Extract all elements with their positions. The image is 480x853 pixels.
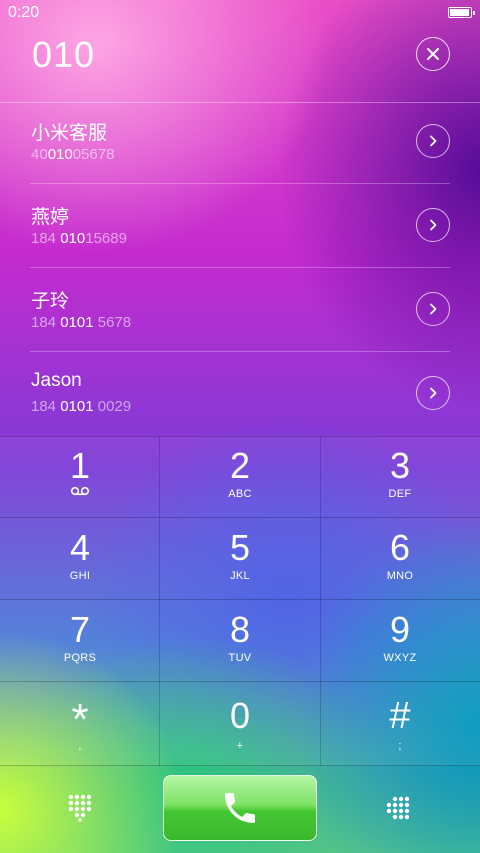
number-segment: 184 xyxy=(31,398,61,415)
key-letters: ; xyxy=(398,740,402,752)
key-digit: 1 xyxy=(69,445,91,486)
contact-detail-button[interactable] xyxy=(416,208,450,242)
key-letters: JKL xyxy=(230,570,250,582)
battery-icon xyxy=(448,7,475,18)
key-5[interactable]: 5 JKL xyxy=(160,518,320,600)
key-4[interactable]: 4 GHI xyxy=(0,518,160,600)
number-segment: 5678 xyxy=(93,314,132,331)
key-1[interactable]: 1 xyxy=(0,436,160,518)
dialed-number: 010 xyxy=(32,34,96,75)
key-8[interactable]: 8 TUV xyxy=(160,600,320,682)
number-match-highlight: 010 xyxy=(60,230,86,247)
dial-header: 010 xyxy=(0,26,480,103)
status-bar: 0:20 xyxy=(0,0,480,26)
key-letters: TUV xyxy=(228,652,252,664)
phone-handset-icon xyxy=(225,793,255,823)
number-match-highlight: 0101 xyxy=(60,314,94,331)
number-segment: 40 xyxy=(31,146,48,163)
key-digit: 9 xyxy=(389,609,411,650)
battery-level xyxy=(450,9,469,16)
chevron-right-icon xyxy=(430,303,437,315)
key-letters: + xyxy=(236,740,244,752)
contact-name: 小米客服 xyxy=(31,123,108,144)
key-letters: DEF xyxy=(388,488,412,500)
collapse-keypad-button[interactable] xyxy=(68,794,92,827)
key-digit: 6 xyxy=(389,527,411,568)
key-letters: ABC xyxy=(228,488,252,500)
key-letters: MNO xyxy=(386,570,414,582)
key-digit: 7 xyxy=(69,609,91,650)
clear-button[interactable] xyxy=(416,37,450,71)
contact-detail-button[interactable] xyxy=(416,124,450,158)
key-0[interactable]: 0 + xyxy=(160,682,320,764)
key-2[interactable]: 2 ABC xyxy=(160,436,320,518)
key-6[interactable]: 6 MNO xyxy=(320,518,480,600)
key-letters: WXYZ xyxy=(383,652,417,664)
key-digit: 3 xyxy=(389,445,411,486)
key-letters: , xyxy=(78,740,82,752)
contact-name: 子玲 xyxy=(31,291,70,312)
contact-number: 184 0101 0029 xyxy=(31,398,131,415)
close-icon xyxy=(427,48,439,60)
key-digit: 4 xyxy=(69,527,91,568)
chevron-right-icon xyxy=(430,387,437,399)
key-digit: # xyxy=(389,695,411,737)
number-segment: 184 xyxy=(31,230,61,247)
dial-keypad: 1 2 ABC 3 DEF 4 GHI 5 JKL 6 MNO 7 PQRS 8… xyxy=(0,436,480,766)
contact-detail-button[interactable] xyxy=(416,376,450,410)
call-button[interactable] xyxy=(163,775,317,841)
contact-number: 184 01015689 xyxy=(31,230,127,247)
contact-number: 184 0101 5678 xyxy=(31,314,131,331)
key-hash[interactable]: # ; xyxy=(320,682,480,764)
voicemail-icon xyxy=(70,486,90,496)
dialpad-collapse-icon xyxy=(68,794,92,822)
bottom-bar xyxy=(0,766,480,853)
key-digit: 2 xyxy=(229,445,251,486)
key-digit: * xyxy=(71,695,89,744)
key-digit: 0 xyxy=(229,695,251,736)
contact-name: Jason xyxy=(31,370,82,391)
contact-result[interactable]: 子玲 184 0101 5678 xyxy=(0,268,480,352)
number-segment: 0029 xyxy=(93,398,132,415)
key-letters: GHI xyxy=(69,570,91,582)
status-time: 0:20 xyxy=(8,4,40,21)
key-star[interactable]: * , xyxy=(0,682,160,764)
contact-detail-button[interactable] xyxy=(416,292,450,326)
contact-name: 燕婷 xyxy=(31,207,70,228)
key-digit: 5 xyxy=(229,527,251,568)
chevron-right-icon xyxy=(430,219,437,231)
key-3[interactable]: 3 DEF xyxy=(320,436,480,518)
chevron-right-icon xyxy=(430,135,437,147)
key-9[interactable]: 9 WXYZ xyxy=(320,600,480,682)
keypad-menu-button[interactable] xyxy=(384,796,414,825)
dialpad-menu-icon xyxy=(386,796,410,820)
number-match-highlight: 010 xyxy=(47,146,73,163)
key-letters: PQRS xyxy=(63,652,97,664)
number-match-highlight: 0101 xyxy=(60,398,94,415)
contact-result[interactable]: 小米客服 4001005678 xyxy=(0,100,480,184)
number-segment: 15689 xyxy=(85,230,127,247)
key-digit: 8 xyxy=(229,609,251,650)
contact-number: 4001005678 xyxy=(31,146,114,163)
contact-result[interactable]: Jason 184 0101 0029 xyxy=(0,352,480,436)
key-7[interactable]: 7 PQRS xyxy=(0,600,160,682)
number-segment: 05678 xyxy=(72,146,115,163)
contact-results: 小米客服 4001005678 燕婷 184 01015689 子玲 184 0… xyxy=(0,100,480,436)
number-segment: 184 xyxy=(31,314,61,331)
contact-result[interactable]: 燕婷 184 01015689 xyxy=(0,184,480,268)
